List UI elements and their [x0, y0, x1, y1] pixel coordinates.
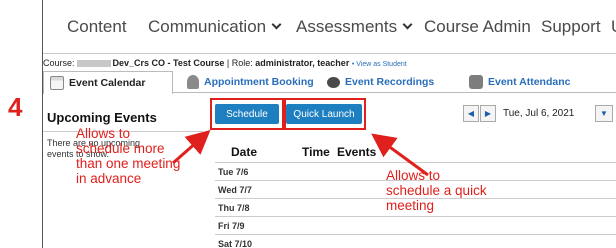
arrow-right-icon: ▶ [484, 109, 492, 118]
upcoming-events-title: Upcoming Events [47, 110, 157, 125]
step-number: 4 [8, 92, 23, 122]
chevron-down-icon: ▼ [600, 109, 608, 118]
nav-content[interactable]: Content [67, 17, 127, 37]
date-picker-button[interactable]: ▼ [595, 105, 613, 122]
tab-appointment-booking[interactable]: Appointment Booking [181, 71, 314, 93]
nav-communication[interactable]: Communication [148, 17, 282, 37]
nav-support[interactable]: Support [541, 17, 601, 37]
role-value: administrator, teacher [255, 58, 350, 68]
view-as-student-link[interactable]: • View as Student [352, 61, 407, 68]
table-row[interactable]: Fri 7/9 [215, 216, 616, 234]
chevron-down-icon [402, 19, 413, 30]
nav-assessments[interactable]: Assessments [296, 17, 413, 37]
column-header-events: Events [337, 145, 377, 159]
quick-launch-highlight-box [284, 98, 366, 130]
attendance-icon [469, 75, 483, 89]
calendar-icon [50, 76, 64, 90]
current-date: Tue, Jul 6, 2021 [503, 108, 575, 119]
course-info: Course: Dev_Crs CO - Test Course | Role: … [43, 58, 407, 68]
column-header-date: Date [231, 145, 258, 159]
recording-icon [327, 76, 340, 88]
nav-um[interactable]: UM [611, 17, 616, 37]
nav-course-admin[interactable]: Course Admin [424, 17, 531, 37]
course-name: Dev_Crs CO - Test Course [112, 58, 225, 68]
tab-event-recordings[interactable]: Event Recordings [321, 71, 434, 93]
tab-strip: Event Calendar Appointment Booking Event… [43, 71, 616, 94]
redacted-name [76, 60, 111, 68]
table-row[interactable]: Sat 7/10 [215, 234, 616, 248]
tab-event-attendance[interactable]: Event Attendanc [463, 71, 570, 93]
course-window: Content Communication Assessments Course… [42, 0, 616, 248]
previous-day-button[interactable]: ◀ [463, 105, 479, 122]
next-day-button[interactable]: ▶ [480, 105, 496, 122]
person-icon [187, 75, 199, 89]
quick-launch-annotation: Allows to schedule a quick meeting [386, 168, 487, 213]
tab-event-calendar[interactable]: Event Calendar [43, 71, 173, 94]
chevron-down-icon [271, 19, 282, 30]
schedule-annotation: Allows to schedule more than one meeting… [76, 126, 181, 186]
arrow-left-icon: ◀ [467, 109, 475, 118]
column-header-time: Time [302, 145, 330, 159]
top-navbar: Content Communication Assessments Course… [43, 0, 616, 54]
schedule-highlight-box [210, 98, 284, 130]
